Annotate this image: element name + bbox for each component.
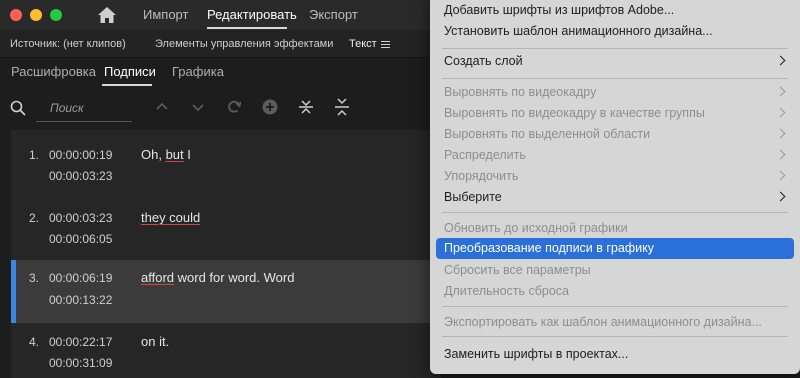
menu-arrange[interactable]: Упорядочить bbox=[436, 166, 794, 187]
add-circle-icon[interactable] bbox=[261, 98, 279, 116]
caption-word-misspelled: afford bbox=[141, 270, 175, 285]
context-menu: Добавить шрифты из шрифтов Adobe... Уста… bbox=[430, 0, 800, 374]
tab-import[interactable]: Импорт bbox=[143, 7, 188, 22]
menu-separator bbox=[442, 48, 788, 49]
caption-text[interactable]: Oh, but I bbox=[141, 147, 191, 162]
zoom-window-button[interactable] bbox=[50, 9, 62, 21]
tab-transcript[interactable]: Расшифровка bbox=[11, 64, 96, 79]
caption-end-time[interactable]: 00:00:13:22 bbox=[49, 293, 112, 307]
menu-item-label: Создать слой bbox=[444, 54, 523, 68]
menu-align-to-selection[interactable]: Выровнять по выделенной области bbox=[436, 124, 794, 145]
menu-replace-fonts-in-projects[interactable]: Заменить шрифты в проектах... bbox=[436, 344, 794, 365]
submenu-chevron-icon bbox=[775, 149, 786, 160]
submenu-chevron-icon bbox=[775, 55, 786, 66]
caption-number: 3. bbox=[29, 271, 40, 285]
menu-add-adobe-fonts[interactable]: Добавить шрифты из шрифтов Adobe... bbox=[436, 0, 794, 21]
menu-export-motion-template[interactable]: Экспортировать как шаблон анимационного … bbox=[436, 312, 794, 333]
caption-word-misspelled: they could bbox=[141, 210, 201, 225]
menu-convert-caption-to-graphic[interactable]: Преобразование подписи в графику bbox=[436, 238, 794, 259]
menu-item-label: Выберите bbox=[444, 190, 502, 204]
selection-marker bbox=[11, 260, 16, 323]
menu-new-layer[interactable]: Создать слой bbox=[436, 51, 794, 72]
window-controls bbox=[10, 9, 62, 21]
menu-distribute[interactable]: Распределить bbox=[436, 145, 794, 166]
caption-start-time[interactable]: 00:00:03:23 bbox=[49, 211, 112, 225]
menu-align-to-video-frame-group[interactable]: Выровнять по видеокадру в качестве групп… bbox=[436, 103, 794, 124]
caption-row[interactable]: 2. 00:00:03:23 00:00:06:05 they could bbox=[11, 197, 441, 260]
search-input[interactable] bbox=[36, 94, 132, 122]
chevron-down-icon[interactable] bbox=[189, 98, 207, 116]
caption-end-time[interactable]: 00:00:03:23 bbox=[49, 169, 112, 183]
merge-icon[interactable] bbox=[297, 98, 315, 116]
tab-edit[interactable]: Редактировать bbox=[207, 7, 297, 22]
search-icon bbox=[10, 100, 26, 116]
minimize-window-button[interactable] bbox=[30, 9, 42, 21]
captions-list: 1. 00:00:00:19 00:00:03:23 Oh, but I 2. … bbox=[11, 130, 441, 378]
caption-end-time[interactable]: 00:00:06:05 bbox=[49, 232, 112, 246]
caption-word: Oh, bbox=[141, 147, 166, 162]
caption-start-time[interactable]: 00:00:22:17 bbox=[49, 335, 112, 349]
tab-export[interactable]: Экспорт bbox=[309, 7, 358, 22]
menu-separator bbox=[442, 306, 788, 307]
menu-reset-duration[interactable]: Длительность сброса bbox=[436, 281, 794, 302]
menu-align-to-video-frame[interactable]: Выровнять по видеокадру bbox=[436, 82, 794, 103]
submenu-chevron-icon bbox=[775, 86, 786, 97]
active-tab-indicator bbox=[207, 27, 287, 29]
caption-number: 1. bbox=[29, 148, 40, 162]
menu-separator bbox=[442, 212, 788, 213]
chevron-up-icon[interactable] bbox=[153, 98, 171, 116]
caption-row-selected[interactable]: 3. 00:00:06:19 00:00:13:22 afford word f… bbox=[11, 260, 441, 323]
caption-row[interactable]: 1. 00:00:00:19 00:00:03:23 Oh, but I bbox=[11, 134, 441, 197]
caption-word: on it. bbox=[141, 334, 170, 349]
caption-word: I bbox=[183, 147, 191, 162]
source-panel-tab[interactable]: Источник: (нет клипов) bbox=[10, 38, 126, 50]
caption-text[interactable]: afford word for word. Word bbox=[141, 270, 294, 285]
active-subtab-indicator bbox=[102, 84, 152, 86]
menu-item-label: Выровнять по видеокадру bbox=[444, 85, 597, 99]
close-window-button[interactable] bbox=[10, 9, 22, 21]
submenu-chevron-icon bbox=[775, 170, 786, 181]
menu-item-label: Выровнять по видеокадру в качестве групп… bbox=[444, 106, 705, 120]
caption-end-time[interactable]: 00:00:31:09 bbox=[49, 356, 112, 370]
panel-menu-icon[interactable] bbox=[381, 41, 390, 50]
menu-select[interactable]: Выберите bbox=[436, 187, 794, 208]
caption-text[interactable]: on it. bbox=[141, 334, 169, 349]
effect-controls-tab[interactable]: Элементы управления эффектами bbox=[155, 38, 333, 50]
caption-start-time[interactable]: 00:00:00:19 bbox=[49, 148, 112, 162]
menu-item-label: Распределить bbox=[444, 148, 526, 162]
caption-text[interactable]: they could bbox=[141, 210, 200, 225]
caption-word-misspelled: but bbox=[165, 147, 184, 162]
tab-captions[interactable]: Подписи bbox=[104, 64, 156, 79]
menu-separator bbox=[442, 78, 788, 79]
menu-separator bbox=[442, 336, 788, 337]
caption-number: 4. bbox=[29, 335, 40, 349]
caption-row[interactable]: 4. 00:00:22:17 00:00:31:09 on it. bbox=[11, 323, 441, 378]
menu-install-motion-template[interactable]: Установить шаблон анимационного дизайна.… bbox=[436, 21, 794, 42]
home-icon[interactable] bbox=[97, 6, 117, 24]
caption-start-time[interactable]: 00:00:06:19 bbox=[49, 271, 112, 285]
text-panel-tab[interactable]: Текст bbox=[349, 38, 377, 50]
menu-reset-all-parameters[interactable]: Сбросить все параметры bbox=[436, 260, 794, 281]
tab-graphics[interactable]: Графика bbox=[172, 64, 224, 79]
submenu-chevron-icon bbox=[775, 191, 786, 202]
caption-number: 2. bbox=[29, 211, 40, 225]
menu-item-label: Выровнять по выделенной области bbox=[444, 127, 651, 141]
caption-word: word for word. Word bbox=[174, 270, 295, 285]
split-icon[interactable] bbox=[333, 98, 351, 116]
menu-item-label: Упорядочить bbox=[444, 169, 519, 183]
refresh-icon[interactable] bbox=[225, 98, 243, 116]
submenu-chevron-icon bbox=[775, 107, 786, 118]
submenu-chevron-icon bbox=[775, 128, 786, 139]
menu-upgrade-to-source-graphic[interactable]: Обновить до исходной графики bbox=[436, 218, 794, 239]
